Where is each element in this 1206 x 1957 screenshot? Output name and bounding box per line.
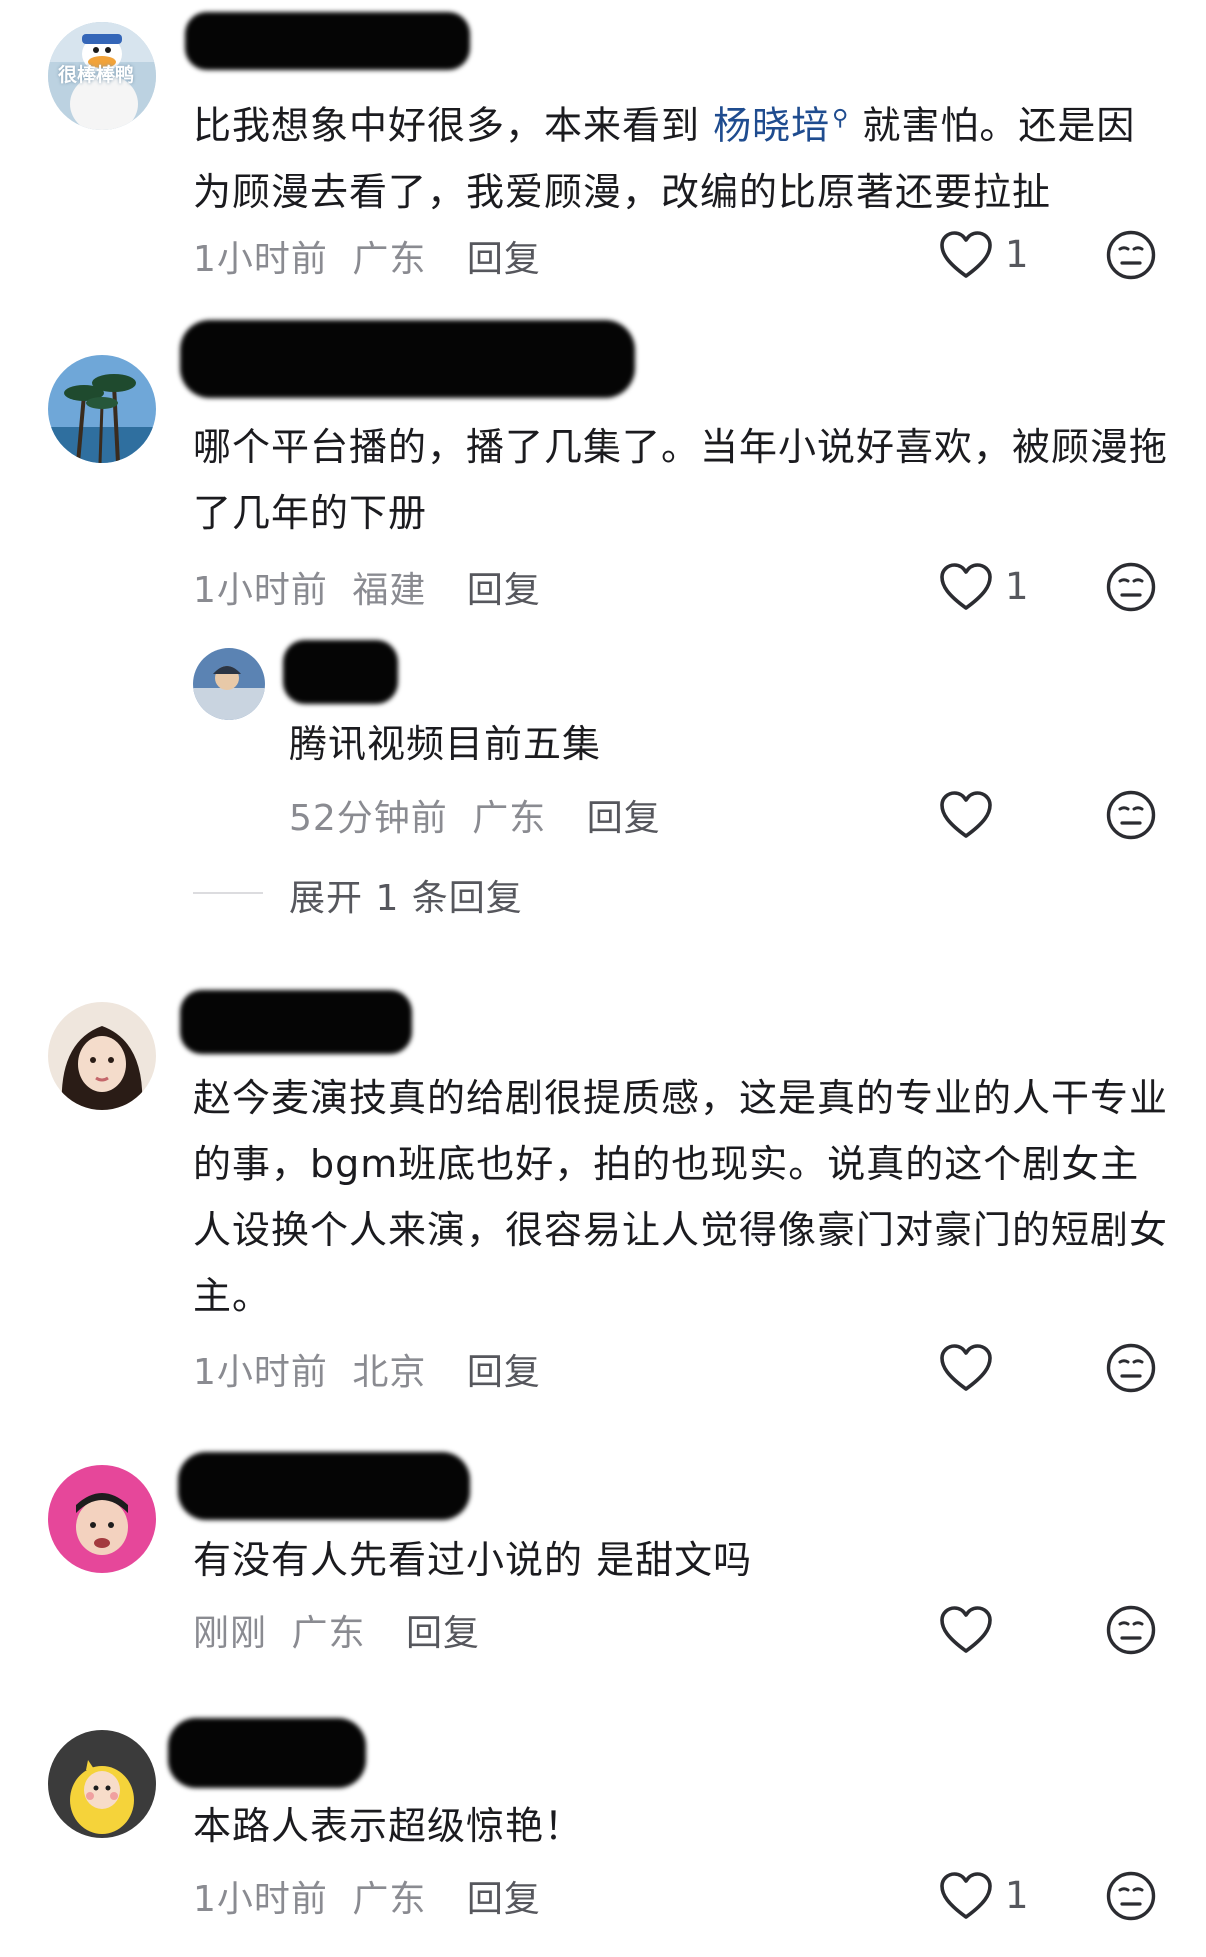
comment-text: 比我想象中好很多，本来看到 杨晓培⚲ 就害怕。还是因为顾漫去看了，我爱顾漫，改编… [193,103,1136,214]
avatar-caption: 很棒棒鸭 [58,64,135,86]
avatar[interactable] [48,1002,156,1110]
comment-time: 1小时前 [193,239,328,280]
comment-time: 刚刚 [193,1613,268,1654]
heart-outline-icon[interactable] [938,230,994,280]
reply-button[interactable]: 回复 [467,239,541,280]
avatar[interactable] [48,1465,156,1573]
reply-button[interactable]: 回复 [467,570,541,611]
heart-outline-icon[interactable] [938,562,994,612]
comment-meta: 1小时前 广东 回复 [193,230,541,282]
reply-meta: 52分钟前 广东 回复 [289,789,661,841]
like-count: 1 [1005,1874,1029,1917]
expand-divider [193,892,263,894]
neutral-face-icon[interactable] [1105,1342,1157,1394]
comment-location: 福建 [352,570,427,611]
reply-time: 52分钟前 [289,798,448,839]
redacted-username [180,990,412,1054]
heart-outline-icon[interactable] [938,1605,994,1655]
like-count: 1 [1005,565,1029,608]
comment-meta: 1小时前 广东 回复 [193,1870,541,1922]
search-icon[interactable]: ⚲ [832,106,849,131]
neutral-face-icon[interactable] [1105,1604,1157,1656]
heart-outline-icon[interactable] [938,790,994,840]
comment-location: 广东 [352,239,427,280]
comment-meta: 1小时前 北京 回复 [193,1343,541,1395]
heart-outline-icon[interactable] [938,1343,994,1393]
like-count: 1 [1005,233,1029,276]
reply-text: 腾讯视频目前五集 [289,722,602,766]
comment-time: 1小时前 [193,1352,328,1393]
avatar[interactable] [193,648,265,720]
comment-text: 有没有人先看过小说的 是甜文吗 [193,1538,753,1582]
reply-button[interactable]: 回复 [587,798,661,839]
comment-meta: 刚刚 广东 回复 [193,1604,480,1656]
reply-button[interactable]: 回复 [467,1879,541,1920]
comment-time: 1小时前 [193,1879,328,1920]
redacted-username [283,640,398,704]
neutral-face-icon[interactable] [1105,229,1157,281]
redacted-username [168,1718,366,1788]
comment-location: 广东 [352,1879,427,1920]
mention-link[interactable]: 杨晓培 [713,104,830,148]
comment-location: 广东 [291,1613,366,1654]
reply-button[interactable]: 回复 [467,1352,541,1393]
reply-location: 广东 [472,798,547,839]
reply-button[interactable]: 回复 [406,1613,480,1654]
comment-location: 北京 [352,1352,427,1393]
neutral-face-icon[interactable] [1105,789,1157,841]
expand-replies-button[interactable]: 展开 1 条回复 [289,869,523,921]
comment-meta: 1小时前 福建 回复 [193,561,541,613]
avatar[interactable] [48,1730,156,1838]
heart-outline-icon[interactable] [938,1871,994,1921]
redacted-username [185,12,470,70]
comment-text: 赵今麦演技真的给剧很提质感，这是真的专业的人干专业的事，bgm班底也好，拍的也现… [193,1076,1169,1318]
comment-time: 1小时前 [193,570,328,611]
comment-text: 本路人表示超级惊艳！ [193,1804,584,1848]
redacted-username [178,1452,470,1520]
redacted-username [180,320,635,398]
comment-text: 哪个平台播的，播了几集了。当年小说好喜欢，被顾漫拖了几年的下册 [193,425,1169,535]
avatar[interactable] [48,355,156,463]
neutral-face-icon[interactable] [1105,1870,1157,1922]
avatar[interactable]: 很棒棒鸭 [48,22,156,130]
neutral-face-icon[interactable] [1105,561,1157,613]
